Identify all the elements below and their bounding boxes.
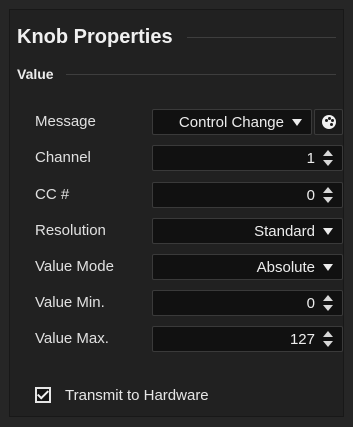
palette-icon [321, 115, 336, 129]
value-min-label: Value Min. [35, 294, 105, 311]
spinner-arrows-icon[interactable] [323, 295, 333, 311]
resolution-row: Resolution Standard [0, 216, 353, 246]
panel-title: Knob Properties [17, 25, 173, 48]
section-header-value: Value [17, 65, 336, 83]
section-title: Value [17, 66, 54, 82]
caret-down-icon [323, 227, 333, 235]
value-max-value: 127 [289, 330, 315, 348]
value-mode-label: Value Mode [35, 258, 114, 275]
panel-header: Knob Properties [17, 21, 336, 53]
transmit-label: Transmit to Hardware [65, 386, 209, 404]
checkmark-icon [36, 387, 50, 400]
value-mode-dropdown[interactable]: Absolute [152, 254, 343, 280]
channel-row: Channel 1 [0, 143, 353, 173]
value-max-row: Value Max. 127 [0, 324, 353, 354]
spinner-arrows-icon[interactable] [323, 150, 333, 166]
value-min-row: Value Min. 0 [0, 288, 353, 318]
transmit-to-hardware-option[interactable]: Transmit to Hardware [35, 384, 209, 406]
value-mode-row: Value Mode Absolute [0, 252, 353, 282]
value-min-stepper[interactable]: 0 [152, 290, 343, 316]
message-row: Message Control Change [0, 107, 353, 137]
caret-down-icon [292, 118, 302, 126]
value-mode-value: Absolute [256, 258, 315, 276]
resolution-dropdown[interactable]: Standard [152, 218, 343, 244]
channel-label: Channel [35, 149, 91, 166]
section-divider [65, 73, 336, 75]
channel-stepper[interactable]: 1 [152, 145, 343, 171]
value-min-value: 0 [306, 294, 315, 312]
caret-down-icon [323, 263, 333, 271]
resolution-value: Standard [254, 222, 315, 240]
title-divider [186, 36, 336, 38]
channel-value: 1 [306, 149, 315, 167]
value-max-stepper[interactable]: 127 [152, 326, 343, 352]
message-label: Message [35, 113, 96, 130]
transmit-checkbox[interactable] [35, 387, 51, 403]
message-value: Control Change [178, 113, 284, 131]
learn-button[interactable] [314, 109, 343, 135]
resolution-label: Resolution [35, 222, 106, 239]
value-max-label: Value Max. [35, 330, 109, 347]
message-dropdown[interactable]: Control Change [152, 109, 312, 135]
spinner-arrows-icon[interactable] [323, 331, 333, 347]
